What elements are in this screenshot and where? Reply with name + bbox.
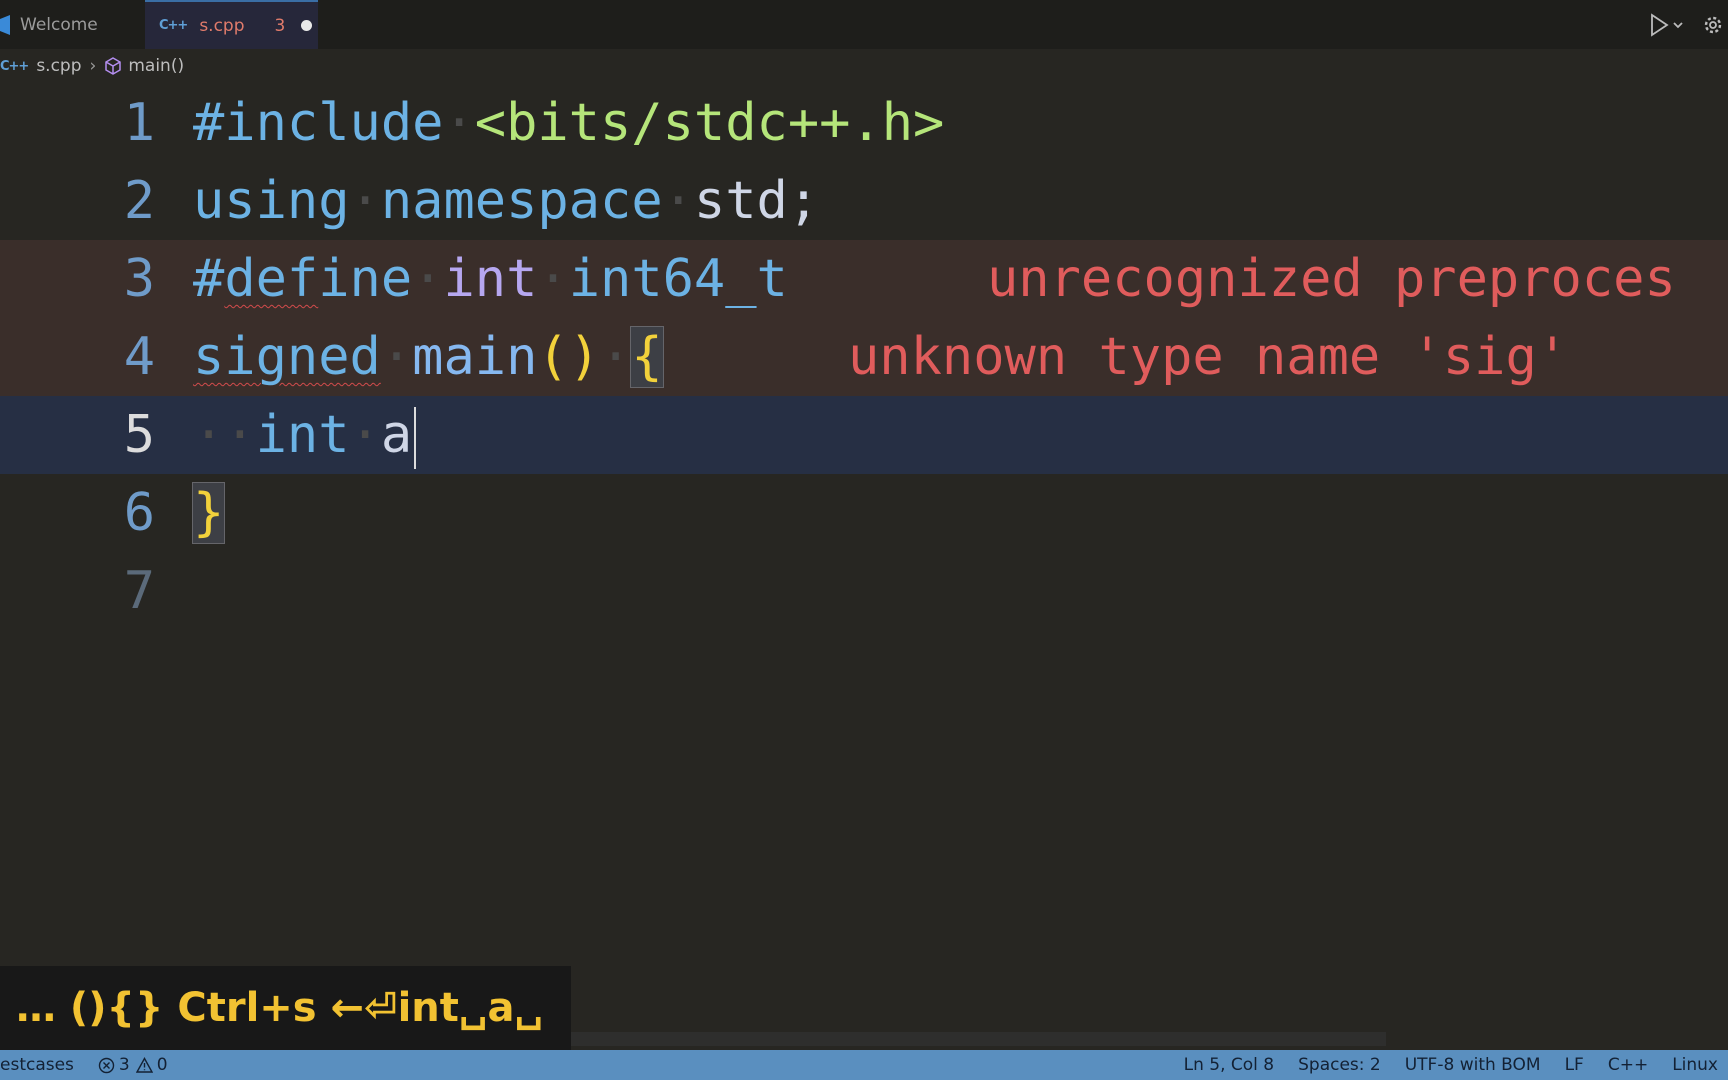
line-number: 6 [123, 483, 155, 543]
breadcrumb-file[interactable]: s.cpp [36, 56, 81, 76]
line-number: 1 [123, 93, 155, 153]
code-line-current[interactable]: 5 ··int·a [0, 396, 1728, 474]
status-indentation[interactable]: Spaces: 2 [1298, 1055, 1381, 1075]
line-number: 3 [123, 249, 155, 309]
run-debug-icon[interactable] [1648, 12, 1684, 38]
code-line[interactable]: 7 [0, 552, 1728, 630]
warning-icon [135, 1056, 153, 1073]
line-text: #define·int·int64_t [193, 249, 788, 309]
code-line-error[interactable]: 3 #define·int·int64_t unrecognized prepr… [0, 240, 1728, 318]
horizontal-scrollbar[interactable] [571, 1032, 1386, 1046]
code-line[interactable]: 6 } [0, 474, 1728, 552]
status-platform[interactable]: Linux [1672, 1055, 1718, 1075]
status-language[interactable]: C++ [1608, 1055, 1648, 1075]
text-cursor [414, 407, 417, 469]
error-icon [98, 1057, 115, 1073]
chevron-right-icon: › [89, 56, 97, 76]
code-line[interactable]: 2 using·namespace·std; [0, 162, 1728, 240]
status-cursor-position[interactable]: Ln 5, Col 8 [1184, 1055, 1275, 1075]
status-eol[interactable]: LF [1565, 1055, 1584, 1075]
code-line[interactable]: 1 #include·<bits/stdc++.h> [0, 84, 1728, 162]
status-warning-count[interactable]: 0 [157, 1055, 168, 1075]
gear-icon[interactable] [1700, 12, 1726, 38]
cpp-file-icon: C++ [159, 18, 188, 33]
status-testcases[interactable]: estcases [0, 1055, 74, 1075]
tab-label: s.cpp [199, 15, 245, 36]
line-text: } [191, 482, 226, 544]
inline-error-message: unknown type name 'sig' [848, 327, 1569, 387]
vscode-icon [0, 14, 10, 35]
symbol-method-icon [105, 57, 122, 75]
tab-label: Welcome [20, 14, 98, 35]
line-number: 7 [123, 561, 155, 621]
line-text: signed·main()·{ [193, 326, 664, 388]
cpp-file-icon: C++ [0, 58, 29, 74]
unsaved-dot-icon[interactable] [301, 20, 313, 31]
breadcrumb: C++ s.cpp › main() [0, 49, 184, 83]
tab-error-count: 3 [274, 15, 286, 36]
line-text: using·namespace·std; [193, 171, 820, 231]
tab-welcome[interactable]: Welcome [0, 0, 144, 49]
code-editor[interactable]: 1 #include·<bits/stdc++.h> 2 using·names… [0, 84, 1728, 964]
line-number: 5 [123, 405, 155, 465]
code-line-error[interactable]: 4 signed·main()·{ unknown type name 'sig… [0, 318, 1728, 396]
line-text: ··int·a [193, 396, 417, 474]
line-number: 4 [123, 327, 155, 387]
tab-s-cpp[interactable]: C++ s.cpp 3 [145, 0, 318, 49]
status-encoding[interactable]: UTF-8 with BOM [1405, 1055, 1541, 1075]
line-number: 2 [123, 171, 155, 231]
breadcrumb-symbol[interactable]: main() [128, 56, 184, 76]
status-error-count[interactable]: 3 [119, 1055, 130, 1075]
line-text: #include·<bits/stdc++.h> [193, 93, 945, 153]
inline-error-message: unrecognized preproces [987, 249, 1676, 309]
status-bar: estcases 3 0 Ln 5, Col 8 Spaces: 2 UTF-8… [0, 1050, 1728, 1080]
tab-bar: Welcome C++ s.cpp 3 [0, 0, 1728, 49]
keystroke-overlay: … (){} Ctrl+s ←⏎int␣a␣ [0, 966, 571, 1050]
